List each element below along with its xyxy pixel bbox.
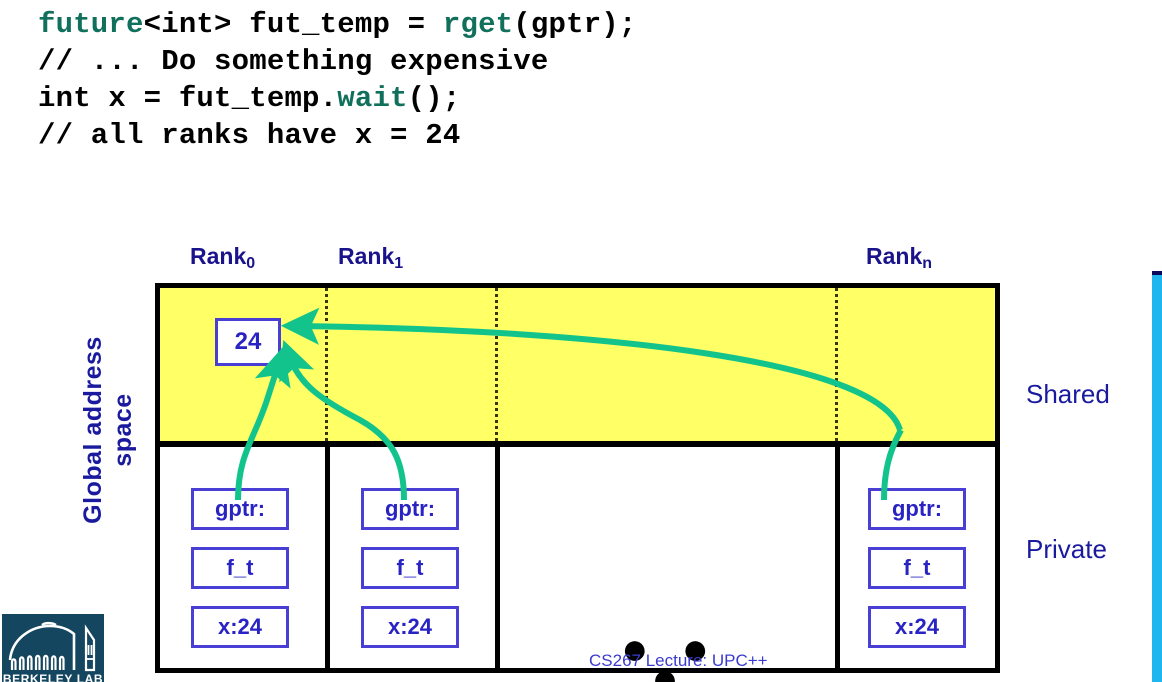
rank1-cell-ft: f_t: [361, 547, 459, 589]
code-line-2: int x = fut_temp.wait();: [38, 80, 898, 117]
private-column-divider-3: [835, 447, 840, 668]
shared-column-divider-3: [835, 288, 838, 441]
code-text: int x = fut_temp.: [38, 82, 338, 115]
code-line-1: // ... Do something expensive: [38, 43, 898, 80]
rank-label-0-name: Rank: [190, 243, 247, 269]
code-text: // all ranks have x = 24: [38, 119, 461, 152]
shared-region-label: Shared: [1026, 379, 1110, 409]
right-scrollbar-cap: [1152, 271, 1162, 275]
code-text: // ... Do something expensive: [38, 45, 549, 78]
rank0-cell-ft: f_t: [191, 547, 289, 589]
gas-label-line2: space: [109, 393, 137, 467]
rankn-cell-gptr: gptr:: [868, 488, 966, 530]
gas-label-line1: Global address: [79, 336, 107, 524]
rankn-cell-x: x:24: [868, 606, 966, 648]
rank-label-n-name: Rank: [866, 243, 923, 269]
code-keyword: rget: [442, 8, 514, 41]
code-text: <int> fut_temp =: [143, 8, 443, 41]
code-keyword: wait: [337, 82, 408, 115]
shared-value-box-24: 24: [215, 318, 281, 366]
code-line-3: // all ranks have x = 24: [38, 117, 898, 154]
private-column-divider-2: [495, 447, 500, 668]
rankn-cell-ft: f_t: [868, 547, 966, 589]
rank-label-1-name: Rank: [338, 243, 395, 269]
rank-label-0: Rank0: [190, 243, 256, 272]
private-region-label: Private: [1026, 534, 1107, 564]
right-scrollbar[interactable]: [1152, 271, 1162, 682]
berkeley-lab-logo: BERKELEY LAB: [2, 614, 104, 682]
rank-label-1: Rank1: [338, 243, 404, 272]
berkeley-lab-logo-text: BERKELEY LAB: [2, 672, 104, 682]
private-column-divider-1: [325, 447, 330, 668]
global-address-space-label: Global address space: [78, 280, 138, 580]
shared-memory-region: 24: [160, 288, 995, 447]
code-text: ();: [407, 82, 461, 115]
slide-canvas: future<int> fut_temp = rget(gptr);// ...…: [0, 0, 1162, 682]
rank-label-0-sub: 0: [246, 255, 256, 272]
rank-label-1-sub: 1: [394, 255, 404, 272]
shared-column-divider-1: [325, 288, 328, 441]
rank1-cell-gptr: gptr:: [361, 488, 459, 530]
rank-label-n: Rankn: [866, 243, 933, 272]
code-line-0: future<int> fut_temp = rget(gptr);: [38, 6, 898, 43]
code-keyword: future: [38, 8, 144, 41]
private-memory-region: gptr: f_t x:24 gptr: f_t x:24 ● ● ● gptr…: [160, 447, 995, 682]
memory-model-diagram: 24 gptr: f_t x:24 gptr: f_t x:24 ● ● ● g…: [155, 283, 1000, 682]
code-text: (gptr);: [513, 8, 637, 41]
code-snippet: future<int> fut_temp = rget(gptr);// ...…: [38, 6, 898, 154]
shared-column-divider-2: [495, 288, 498, 441]
slide-footer: CS267 Lecture: UPC++: [589, 651, 768, 670]
rank1-cell-x: x:24: [361, 606, 459, 648]
rank0-cell-x: x:24: [191, 606, 289, 648]
rank0-cell-gptr: gptr:: [191, 488, 289, 530]
rank-label-n-sub: n: [922, 255, 933, 272]
